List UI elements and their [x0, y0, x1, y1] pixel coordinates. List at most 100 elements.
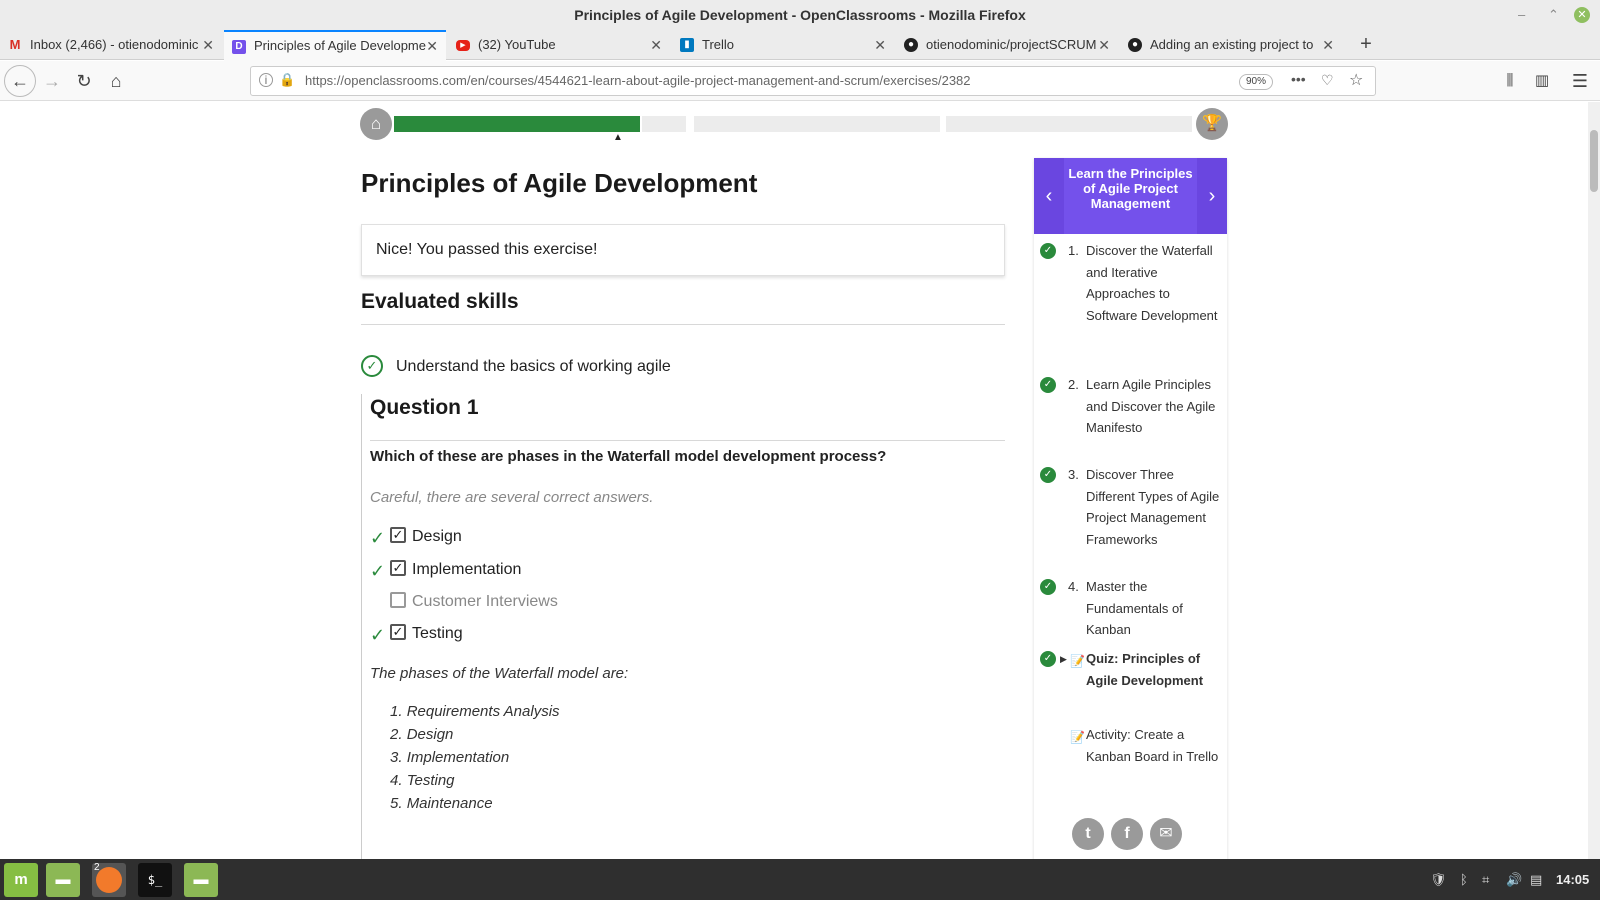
correct-check-icon: ✓	[370, 528, 386, 548]
facebook-icon[interactable]: f	[1111, 818, 1143, 850]
home-icon[interactable]: ⌂	[360, 108, 392, 140]
sidebar-item-quiz[interactable]: ✓ ▶ 📝 Quiz: Principles of Agile Developm…	[1034, 648, 1227, 718]
page-title: Principles of Agile Development	[361, 168, 758, 198]
progress-segment-done	[394, 116, 642, 132]
tab-trello[interactable]: ▮ Trello ✕	[672, 30, 894, 60]
quiz-icon: 📝	[1070, 654, 1085, 668]
tab-github-project[interactable]: ● otienodominic/projectSCRUM ✕	[896, 30, 1118, 60]
clock[interactable]: 14:05	[1556, 859, 1589, 900]
divider	[370, 440, 1005, 441]
sidebar-item-activity[interactable]: 📝 Activity: Create a Kanban Board in Tre…	[1034, 724, 1227, 794]
close-tab-icon[interactable]: ✕	[426, 32, 438, 60]
close-tab-icon[interactable]: ✕	[650, 30, 662, 60]
openclassrooms-icon: D	[232, 40, 246, 54]
pass-message: Nice! You passed this exercise!	[361, 224, 1005, 276]
forward-button[interactable]: →	[38, 67, 66, 95]
list-item: 2. Design	[390, 726, 454, 743]
sidebar-item-chapter-1[interactable]: ✓ 1. Discover the Waterfall and Iterativ…	[1034, 240, 1227, 350]
firefox-taskbar-item[interactable]: 2	[92, 862, 126, 897]
done-check-icon: ✓	[1040, 243, 1056, 259]
youtube-icon: ▶	[456, 40, 470, 51]
bluetooth-icon[interactable]: ᛒ	[1460, 859, 1468, 900]
close-tab-icon[interactable]: ✕	[1322, 30, 1334, 60]
files-icon[interactable]: ▬	[184, 863, 218, 897]
scrollbar-thumb[interactable]	[1590, 130, 1598, 192]
current-item-arrow-icon: ▶	[1060, 654, 1067, 664]
current-position-marker: ▲	[613, 132, 623, 143]
email-icon[interactable]: ✉	[1150, 818, 1182, 850]
answer-checkbox[interactable]	[390, 592, 406, 608]
progress-segment	[694, 116, 942, 132]
skill-label: Understand the basics of working agile	[396, 358, 671, 375]
list-item: 4. Testing	[390, 772, 455, 789]
menu-start-icon[interactable]: m	[4, 863, 38, 897]
sidebar-item-chapter-2[interactable]: ✓ 2. Learn Agile Principles and Discover…	[1034, 374, 1227, 462]
answer-checkbox[interactable]: ✓	[390, 624, 406, 640]
answer-checkbox[interactable]: ✓	[390, 527, 406, 543]
maximize-icon[interactable]: ⌃	[1548, 0, 1559, 30]
progress-segment	[946, 116, 1194, 132]
previous-chapter-button[interactable]: ‹	[1034, 158, 1064, 234]
close-tab-icon[interactable]: ✕	[1098, 30, 1110, 60]
tab-youtube[interactable]: ▶ (32) YouTube ✕	[448, 30, 670, 60]
sidebar-item-chapter-4[interactable]: ✓ 4. Master the Fundamentals of Kanban	[1034, 576, 1227, 642]
taskbar: m ▬ 2 $_ ▬ 🛡 ᛒ ⌗ 🔊 ▤ 14:05	[0, 859, 1600, 900]
evaluated-skills-heading: Evaluated skills	[361, 290, 519, 313]
library-icon[interactable]: ⫼	[1496, 67, 1524, 95]
shield-icon[interactable]: 🛡	[1430, 859, 1447, 900]
divider	[361, 324, 1005, 325]
twitter-icon[interactable]: t	[1072, 818, 1104, 850]
progress-segment	[642, 116, 688, 132]
close-window-icon[interactable]: ✕	[1574, 7, 1590, 23]
tab-gmail[interactable]: M Inbox (2,466) - otienodominic ✕	[0, 30, 222, 60]
tab-openclassrooms[interactable]: D Principles of Agile Developme ✕	[224, 30, 446, 61]
volume-icon[interactable]: 🔊	[1506, 859, 1522, 900]
reload-button[interactable]: ↻	[70, 67, 98, 95]
sidebar-header: ‹ Learn the Principles of Agile Project …	[1034, 158, 1227, 234]
done-check-icon: ✓	[1040, 579, 1056, 595]
page-scrollbar[interactable]	[1588, 102, 1600, 859]
new-tab-button[interactable]: +	[1356, 30, 1376, 60]
list-item: 5. Maintenance	[390, 795, 493, 812]
menu-icon[interactable]: ☰	[1566, 67, 1594, 95]
terminal-icon[interactable]: $_	[138, 863, 172, 897]
careful-note: Careful, there are several correct answe…	[370, 489, 654, 506]
trophy-icon[interactable]: 🏆	[1196, 108, 1228, 140]
sidebar-item-chapter-3[interactable]: ✓ 3. Discover Three Different Types of A…	[1034, 464, 1227, 574]
page-actions-icon[interactable]: •••	[1291, 71, 1306, 87]
sidebar-title: Learn the Principles of Agile Project Ma…	[1068, 166, 1193, 211]
network-icon[interactable]: ⌗	[1482, 859, 1489, 900]
phases-list: 1. Requirements Analysis 2. Design 3. Im…	[390, 700, 560, 815]
folder-icon[interactable]: ▬	[46, 863, 80, 897]
sidebar-toggle-icon[interactable]: ▥	[1528, 67, 1556, 95]
done-check-icon: ✓	[1040, 651, 1056, 667]
answer-checkbox[interactable]: ✓	[390, 560, 406, 576]
close-tab-icon[interactable]: ✕	[874, 30, 886, 60]
url-text: https://openclassrooms.com/en/courses/45…	[305, 73, 971, 88]
info-icon[interactable]: i	[259, 73, 273, 87]
home-button[interactable]: ⌂	[102, 67, 130, 95]
course-sidebar: ‹ Learn the Principles of Agile Project …	[1034, 158, 1227, 859]
activity-icon: 📝	[1070, 730, 1085, 744]
correct-check-icon: ✓	[370, 561, 386, 581]
pocket-icon[interactable]: ♡	[1321, 72, 1334, 89]
lock-icon: 🔒	[279, 72, 296, 87]
next-chapter-button[interactable]: ›	[1197, 158, 1227, 234]
zoom-indicator[interactable]: 90%	[1239, 74, 1274, 90]
minimize-icon[interactable]: –	[1518, 0, 1525, 30]
github-icon: ●	[904, 38, 918, 52]
url-bar[interactable]: i 🔒 https://openclassrooms.com/en/course…	[250, 66, 1376, 96]
done-check-icon: ✓	[1040, 467, 1056, 483]
close-tab-icon[interactable]: ✕	[202, 30, 214, 60]
correct-check-icon: ✓	[370, 625, 386, 645]
list-item: 3. Implementation	[390, 749, 510, 766]
tab-github-adding[interactable]: ● Adding an existing project to ✕	[1120, 30, 1342, 60]
back-button[interactable]: ←	[4, 65, 36, 97]
bookmark-star-icon[interactable]: ☆	[1349, 70, 1363, 90]
list-item: 1. Requirements Analysis	[390, 703, 560, 720]
clipboard-icon[interactable]: ▤	[1530, 859, 1542, 900]
gmail-icon: M	[9, 37, 21, 52]
course-progress-bar: ⌂ ▲ 🏆	[360, 108, 1228, 144]
navigation-bar: ← → ↻ ⌂ i 🔒 https://openclassrooms.com/e…	[0, 61, 1600, 101]
page-content: ⌂ ▲ 🏆 Principles of Agile Development Ni…	[0, 102, 1600, 859]
